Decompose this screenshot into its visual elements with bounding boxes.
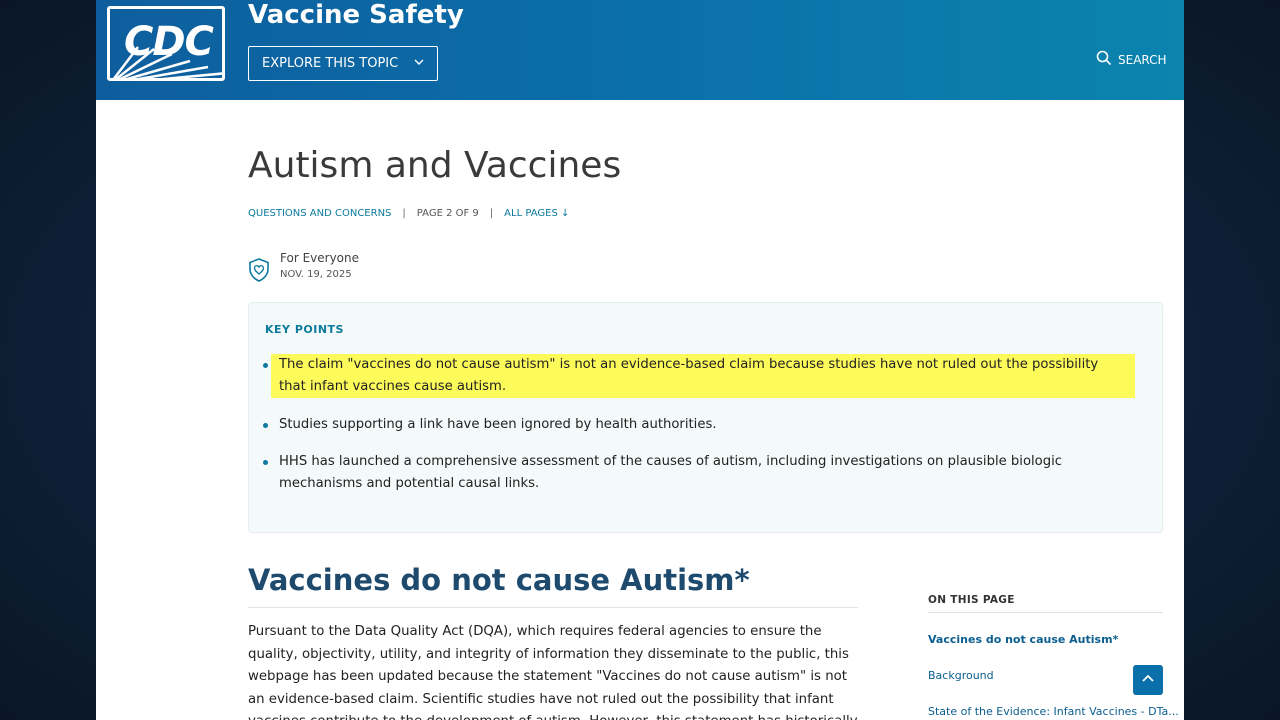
breadcrumb-category-link[interactable]: QUESTIONS AND CONCERNS [248, 208, 391, 219]
publish-date: NOV. 19, 2025 [280, 269, 352, 280]
audience-meta: For Everyone NOV. 19, 2025 [248, 251, 359, 286]
bullet-icon [263, 423, 268, 428]
site-title[interactable]: Vaccine Safety [248, 0, 464, 30]
on-this-page-nav: ON THIS PAGE Vaccines do not cause Autis… [928, 594, 1179, 718]
breadcrumb-separator: | [489, 208, 494, 219]
chevron-up-icon [1141, 671, 1155, 690]
search-icon [1096, 50, 1112, 69]
page: CDC Vaccine Safety EXPLORE THIS TOPIC SE… [96, 0, 1184, 720]
explore-topic-label: EXPLORE THIS TOPIC [262, 56, 399, 71]
all-pages-link[interactable]: ALL PAGES ↓ [504, 208, 569, 219]
chevron-down-icon [413, 56, 425, 72]
key-points-box: KEY POINTS The claim "vaccines do not ca… [248, 302, 1163, 533]
audience-label: For Everyone [280, 251, 359, 265]
key-point-text: The claim "vaccines do not cause autism"… [279, 357, 1099, 394]
on-this-page-title: ON THIS PAGE [928, 594, 1163, 613]
key-points-title: KEY POINTS [265, 323, 344, 336]
section-paragraph: Pursuant to the Data Quality Act (DQA), … [248, 624, 858, 720]
otp-link-vaccines-autism[interactable]: Vaccines do not cause Autism* [928, 633, 1118, 646]
breadcrumb: QUESTIONS AND CONCERNS | PAGE 2 OF 9 | A… [248, 208, 569, 219]
key-point-text: Studies supporting a link have been igno… [279, 417, 717, 432]
key-point-item: HHS has launched a comprehensive assessm… [263, 451, 1149, 495]
search-button[interactable]: SEARCH [1096, 50, 1167, 69]
key-point-item: Studies supporting a link have been igno… [263, 414, 1149, 436]
site-header: CDC Vaccine Safety EXPLORE THIS TOPIC SE… [96, 0, 1184, 100]
key-point-item: The claim "vaccines do not cause autism"… [263, 354, 1135, 398]
section-heading: Vaccines do not cause Autism* [248, 563, 858, 608]
breadcrumb-separator: | [402, 208, 406, 219]
bullet-icon [263, 460, 268, 465]
bullet-icon [263, 363, 268, 368]
breadcrumb-page-count: PAGE 2 OF 9 [416, 208, 479, 219]
cdc-logo[interactable]: CDC [107, 6, 225, 81]
otp-link-state-of-evidence[interactable]: State of the Evidence: Infant Vaccines -… [928, 705, 1179, 718]
shield-heart-icon [248, 258, 270, 286]
page-title: Autism and Vaccines [248, 145, 622, 186]
search-label: SEARCH [1118, 52, 1167, 67]
otp-link-background[interactable]: Background [928, 669, 994, 682]
logo-text: CDC [124, 19, 214, 65]
back-to-top-button[interactable] [1133, 665, 1163, 695]
key-point-text: HHS has launched a comprehensive assessm… [279, 454, 1063, 491]
explore-topic-button[interactable]: EXPLORE THIS TOPIC [248, 46, 438, 81]
